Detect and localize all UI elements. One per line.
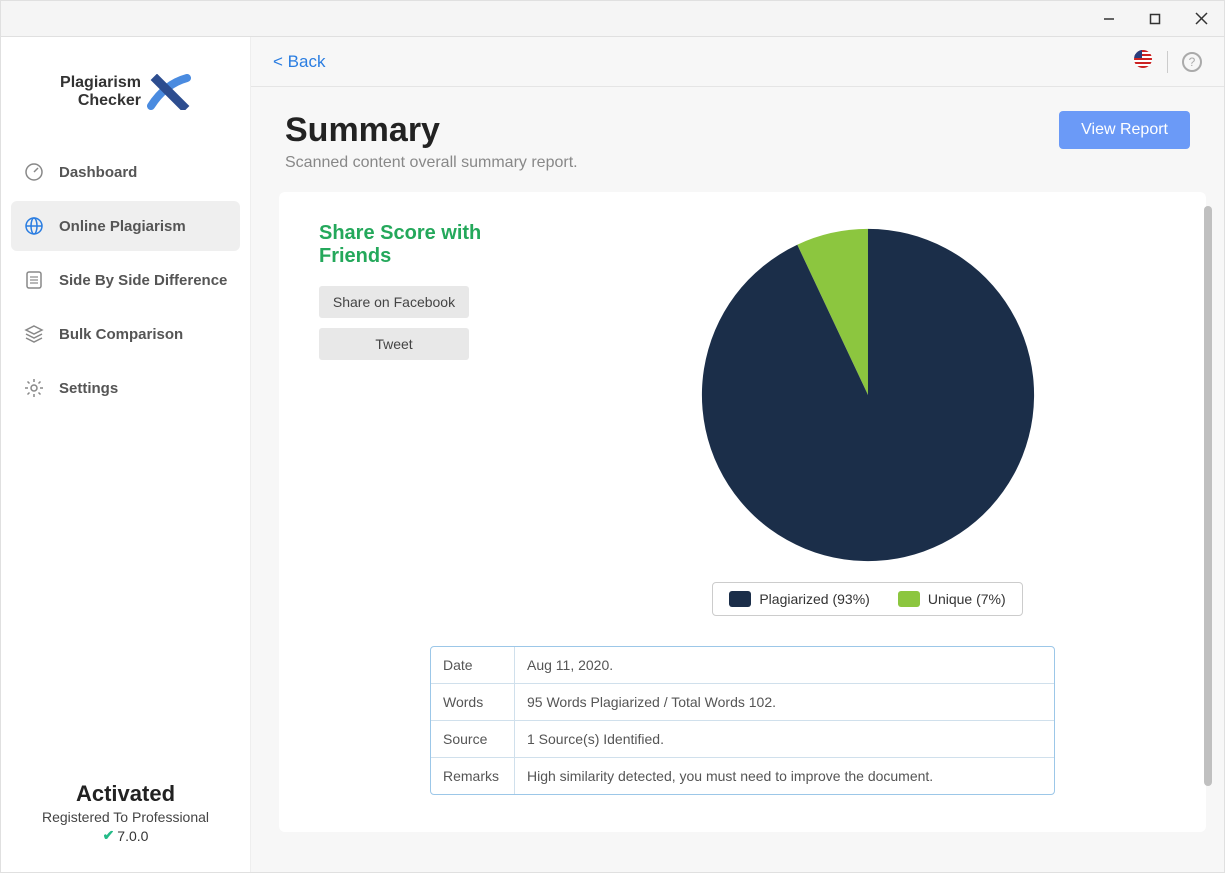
legend-swatch <box>729 591 751 607</box>
page-header: Summary Scanned content overall summary … <box>251 87 1224 192</box>
sidebar-item-label: Dashboard <box>59 164 137 181</box>
table-label: Source <box>431 721 515 757</box>
minimize-button[interactable] <box>1086 1 1132 37</box>
license-status: Activated Registered To Professional ✔7.… <box>1 765 250 872</box>
layers-icon <box>23 323 45 345</box>
pie-slice-plagiarized <box>701 229 1033 561</box>
topbar: < Back ? <box>251 37 1224 87</box>
sidebar-item-dashboard[interactable]: Dashboard <box>11 147 240 197</box>
sidebar-item-label: Settings <box>59 380 118 397</box>
logo-x-icon <box>147 74 191 110</box>
sidebar-item-bulk-comparison[interactable]: Bulk Comparison <box>11 309 240 359</box>
gauge-icon <box>23 161 45 183</box>
status-registered: Registered To Professional <box>11 809 240 825</box>
table-value: 95 Words Plagiarized / Total Words 102. <box>515 684 1054 720</box>
summary-table: DateAug 11, 2020.Words95 Words Plagiariz… <box>430 646 1055 795</box>
table-row: RemarksHigh similarity detected, you mus… <box>431 758 1054 794</box>
table-row: Words95 Words Plagiarized / Total Words … <box>431 684 1054 721</box>
sidebar-item-label: Bulk Comparison <box>59 326 183 343</box>
gear-icon <box>23 377 45 399</box>
legend-label: Plagiarized (93%) <box>759 591 870 607</box>
document-icon <box>23 269 45 291</box>
table-label: Remarks <box>431 758 515 794</box>
brand-logo: Plagiarism Checker <box>1 37 250 147</box>
page-title: Summary <box>285 111 578 150</box>
flag-icon[interactable] <box>1133 49 1153 74</box>
check-icon: ✔ <box>103 827 115 844</box>
table-value: 1 Source(s) Identified. <box>515 721 1054 757</box>
view-report-button[interactable]: View Report <box>1059 111 1190 149</box>
main: < Back ? Summary Scanned content overall… <box>251 37 1224 872</box>
sidebar-item-online-plagiarism[interactable]: Online Plagiarism <box>11 201 240 251</box>
window-titlebar <box>0 0 1225 36</box>
nav: Dashboard Online Plagiarism Side By Side… <box>1 147 250 765</box>
sidebar-item-side-by-side[interactable]: Side By Side Difference <box>11 255 240 305</box>
sidebar-item-label: Online Plagiarism <box>59 218 186 235</box>
share-panel: Share Score with Friends Share on Facebo… <box>319 222 529 616</box>
table-value: Aug 11, 2020. <box>515 647 1054 683</box>
legend-label: Unique (7%) <box>928 591 1006 607</box>
table-value: High similarity detected, you must need … <box>515 758 1054 794</box>
share-title: Share Score with Friends <box>319 222 529 268</box>
share-tweet-button[interactable]: Tweet <box>319 328 469 360</box>
sidebar-item-settings[interactable]: Settings <box>11 363 240 413</box>
back-link[interactable]: < Back <box>273 52 325 72</box>
sidebar-item-label: Side By Side Difference <box>59 272 227 289</box>
scrollbar-thumb[interactable] <box>1204 206 1212 786</box>
page-subtitle: Scanned content overall summary report. <box>285 154 578 172</box>
chart-legend: Plagiarized (93%) Unique (7%) <box>712 582 1022 616</box>
close-button[interactable] <box>1178 1 1224 37</box>
divider <box>1167 51 1168 73</box>
pie-chart: Plagiarized (93%) Unique (7%) <box>569 222 1166 616</box>
maximize-button[interactable] <box>1132 1 1178 37</box>
share-facebook-button[interactable]: Share on Facebook <box>319 286 469 318</box>
table-label: Date <box>431 647 515 683</box>
legend-item-plagiarized: Plagiarized (93%) <box>729 591 870 607</box>
status-activated: Activated <box>11 781 240 807</box>
globe-icon <box>23 215 45 237</box>
table-row: Source1 Source(s) Identified. <box>431 721 1054 758</box>
sidebar: Plagiarism Checker Dashboard Online Plag… <box>1 37 251 872</box>
brand-line1: Plagiarism <box>60 74 141 92</box>
legend-swatch <box>898 591 920 607</box>
help-icon[interactable]: ? <box>1182 52 1202 72</box>
table-label: Words <box>431 684 515 720</box>
brand-line2: Checker <box>60 92 141 110</box>
summary-card: Share Score with Friends Share on Facebo… <box>279 192 1206 832</box>
legend-item-unique: Unique (7%) <box>898 591 1006 607</box>
table-row: DateAug 11, 2020. <box>431 647 1054 684</box>
status-version: ✔7.0.0 <box>11 827 240 844</box>
